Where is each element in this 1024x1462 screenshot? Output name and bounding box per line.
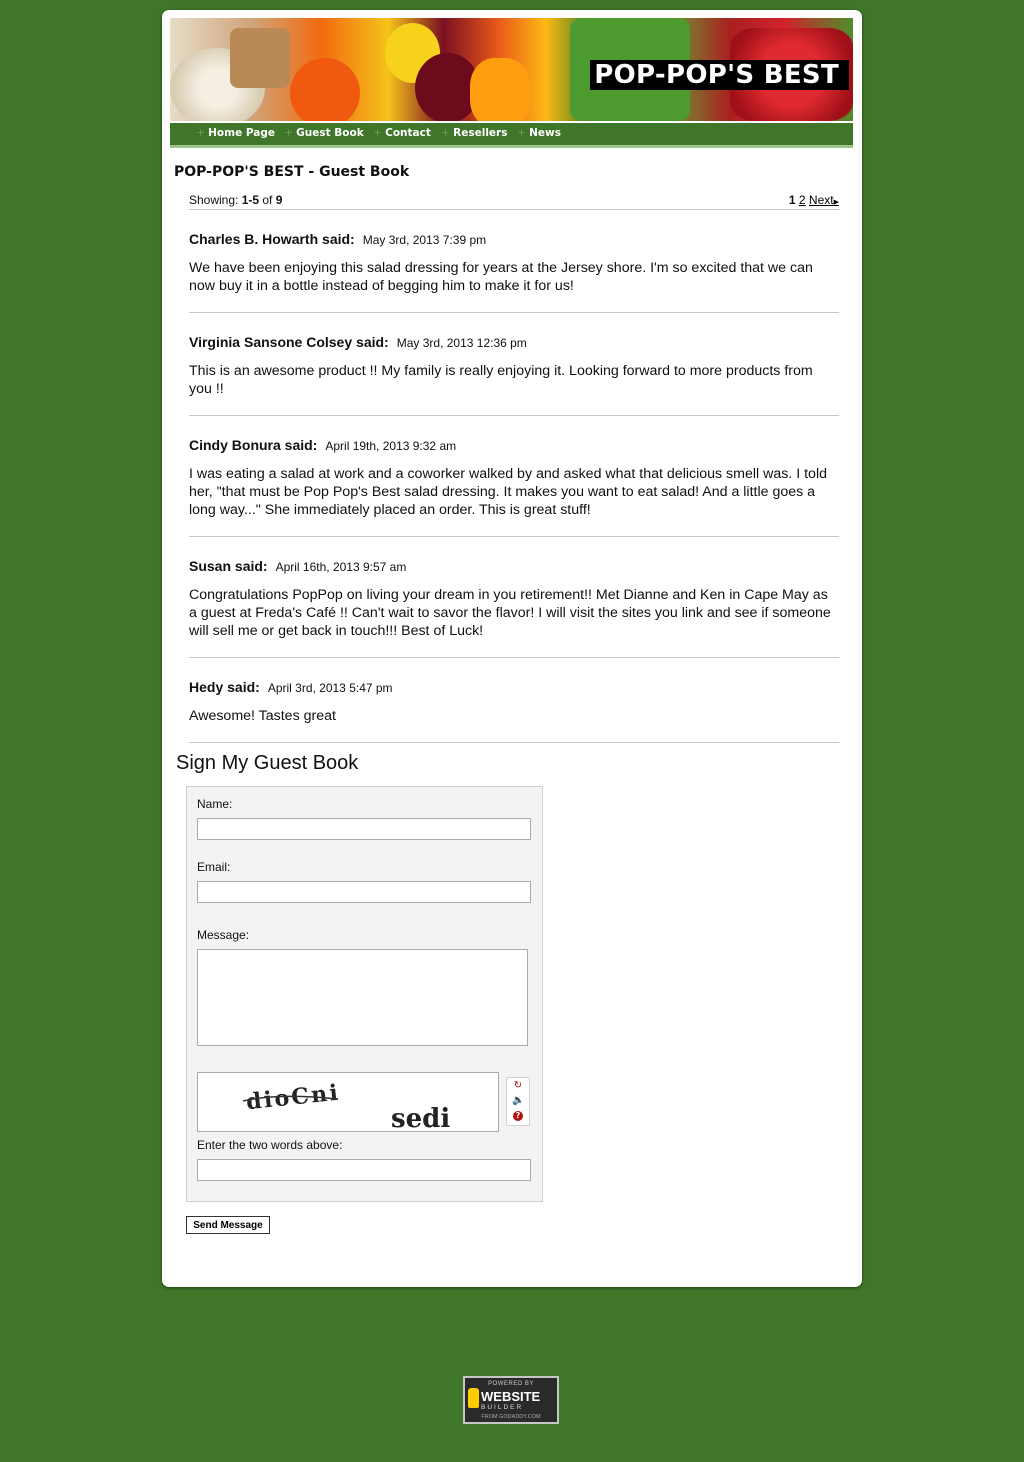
help-icon[interactable]: ? [512,1110,524,1122]
entry-date: May 3rd, 2013 12:36 pm [396,336,527,350]
next-page-link[interactable]: Next▶ [809,193,839,207]
next-arrow-icon: ▶ [833,199,839,206]
page-2-link[interactable]: 2 [799,193,806,207]
captcha-input[interactable] [197,1159,531,1181]
showing-count: Showing: 1-5 of 9 [189,193,283,207]
main-nav: Home Page Guest Book Contact Resellers N… [170,123,853,148]
entry-message: Congratulations PopPop on living your dr… [189,587,831,639]
send-message-button[interactable]: Send Message [186,1216,270,1234]
entry-author: Hedy said: [189,679,260,695]
nav-guest-book[interactable]: Guest Book [284,127,364,139]
email-field[interactable] [197,881,531,903]
entry-message: Awesome! Tastes great [189,708,336,724]
name-label: Name: [197,797,233,811]
pagination: 1 2 Next▶ [789,193,839,207]
nav-home-page[interactable]: Home Page [196,127,275,139]
mascot-icon [468,1388,479,1408]
nav-news[interactable]: News [517,127,561,139]
guestbook-entry: Hedy said: April 3rd, 2013 5:47 pm Awesom… [189,679,839,743]
entry-message: This is an awesome product !! My family … [189,363,813,397]
captcha-tools: ↻ 🔈 ? [506,1077,530,1126]
entry-date: April 19th, 2013 9:32 am [325,439,457,453]
guestbook-entry: Susan said: April 16th, 2013 9:57 am Cong… [189,558,839,658]
header-banner: POP-POP'S BEST [170,18,853,121]
entry-author: Susan said: [189,558,268,574]
audio-icon[interactable]: 🔈 [512,1095,524,1107]
guestbook-entry: Cindy Bonura said: April 19th, 2013 9:32 … [189,437,839,537]
pager-row: Showing: 1-5 of 9 1 2 Next▶ [189,193,839,210]
svg-text:sedi: sedi [391,1104,450,1131]
refresh-icon[interactable]: ↻ [512,1080,524,1092]
website-builder-badge[interactable]: POWERED BY WEBSITE BUILDER FROM GODADDY.… [463,1376,559,1424]
entry-author: Virginia Sansone Colsey said: [189,334,389,350]
page-title: POP-POP'S BEST - Guest Book [174,164,410,180]
entry-message: We have been enjoying this salad dressin… [189,260,813,294]
basket-image [230,28,290,88]
email-label: Email: [197,860,231,874]
name-field[interactable] [197,818,531,840]
message-label: Message: [197,928,250,942]
entry-date: April 3rd, 2013 5:47 pm [267,681,393,695]
captcha-image: dioCni sedi [197,1072,499,1134]
page-1-current: 1 [788,193,796,207]
entry-date: April 16th, 2013 9:57 am [275,560,407,574]
nav-contact[interactable]: Contact [373,127,431,139]
sign-guestbook-title: Sign My Guest Book [176,752,359,774]
entry-author: Charles B. Howarth said: [189,231,355,247]
carrots-image [470,58,530,121]
guestbook-entry: Charles B. Howarth said: May 3rd, 2013 7:… [189,231,839,313]
entry-message: I was eating a salad at work and a cowor… [189,466,827,518]
entry-date: May 3rd, 2013 7:39 pm [362,233,487,247]
page-container: POP-POP'S BEST Home Page Guest Book Cont… [162,10,862,1287]
message-field[interactable] [197,949,528,1046]
captcha-label: Enter the two words above: [197,1138,343,1152]
captcha-distorted-text: dioCni sedi [242,1080,450,1134]
nav-resellers[interactable]: Resellers [441,127,507,139]
orange-pepper-image [290,58,360,121]
guestbook-form: Name: Email: Message: dioCni sedi ↻ 🔈 ? … [186,786,543,1202]
site-title: POP-POP'S BEST [590,60,849,90]
entry-author: Cindy Bonura said: [189,437,318,453]
guestbook-entry: Virginia Sansone Colsey said: May 3rd, 20… [189,334,839,416]
